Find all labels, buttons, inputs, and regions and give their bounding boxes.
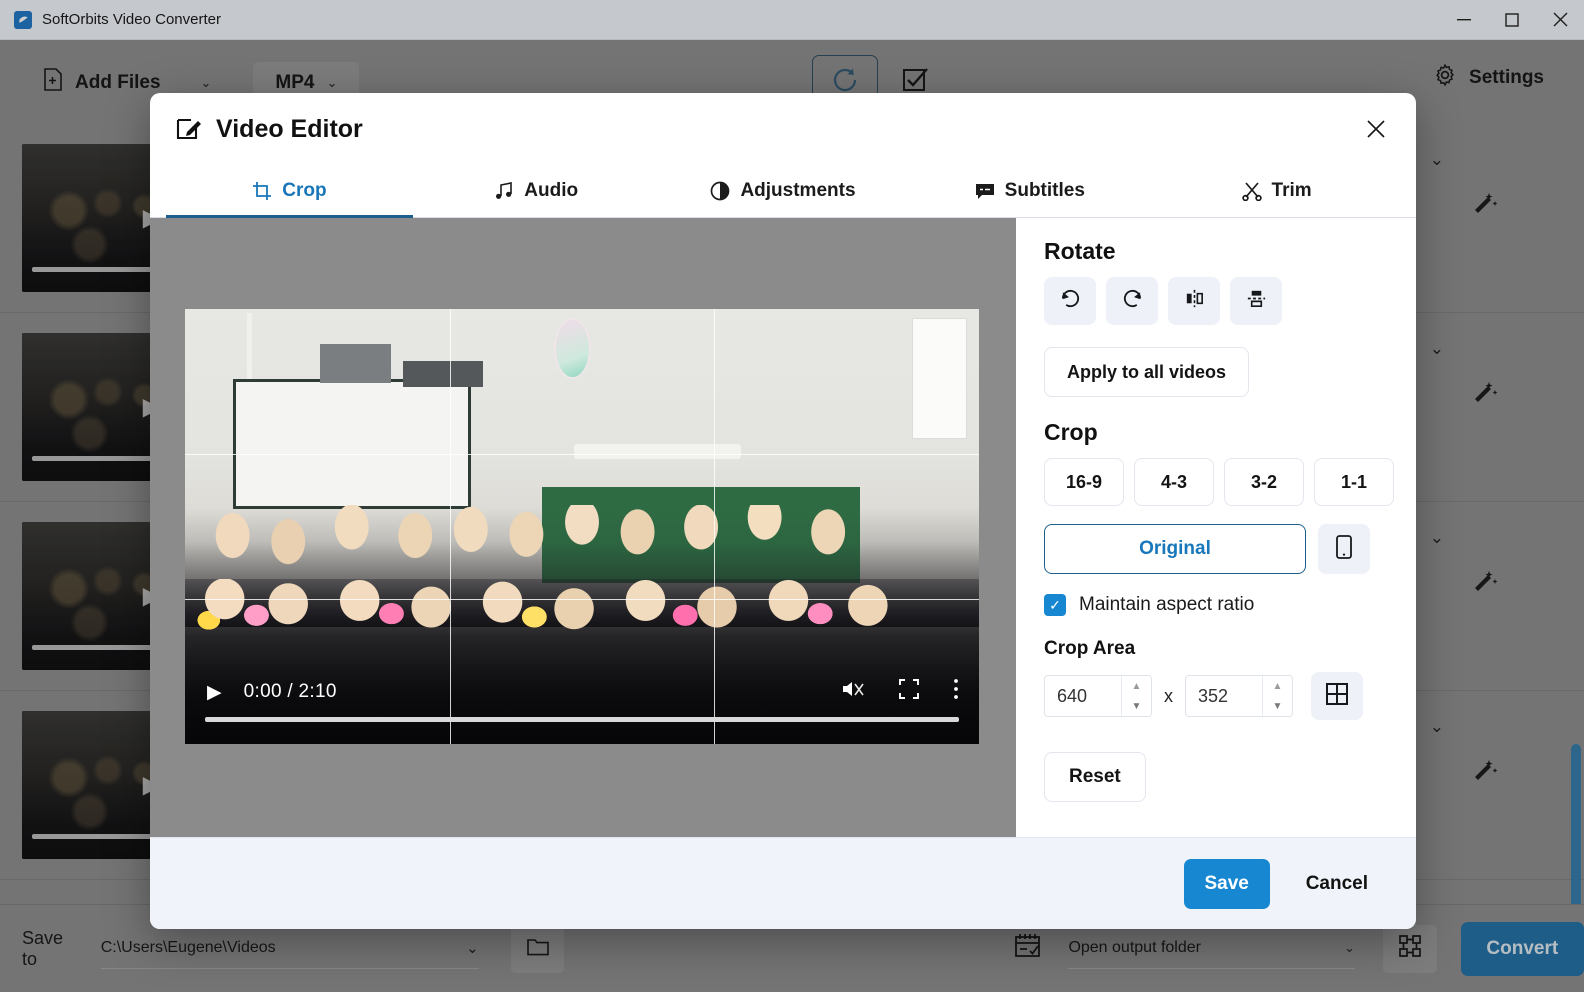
reset-label: Reset xyxy=(1069,766,1121,787)
crop-grid-line-horizontal-2 xyxy=(185,598,979,600)
close-icon[interactable] xyxy=(1356,109,1396,149)
dialog-title-group: Video Editor xyxy=(176,114,363,145)
rotate-buttons-row xyxy=(1044,277,1416,325)
crop-settings-panel: Rotate Apply to all videos Crop 16-9 4-3… xyxy=(1016,218,1416,837)
rotate-left-button[interactable] xyxy=(1044,277,1096,325)
crop-height-value[interactable]: 352 xyxy=(1186,676,1262,716)
tab-adjustments[interactable]: Adjustments xyxy=(660,165,907,217)
grid-toggle-button[interactable] xyxy=(1311,672,1363,720)
ratio-16-9-button[interactable]: 16-9 xyxy=(1044,458,1124,506)
phone-portrait-icon xyxy=(1336,534,1352,564)
crop-area-title: Crop Area xyxy=(1044,638,1136,659)
dialog-footer: Save Cancel xyxy=(150,837,1416,929)
maintain-aspect-ratio-checkbox[interactable]: ✓ xyxy=(1044,594,1066,616)
crop-height-decrement-icon[interactable]: ▼ xyxy=(1263,696,1292,716)
tab-crop-label: Crop xyxy=(282,180,327,201)
ratio-3-2-label: 3-2 xyxy=(1250,471,1277,492)
video-scene-projector-arm xyxy=(403,361,483,388)
ratio-1-1-button[interactable]: 1-1 xyxy=(1314,458,1394,506)
ratio-3-2-button[interactable]: 3-2 xyxy=(1224,458,1304,506)
cancel-button[interactable]: Cancel xyxy=(1300,863,1374,905)
video-scene-light xyxy=(574,443,741,460)
ratio-1-1-label: 1-1 xyxy=(1340,471,1367,492)
dialog-tabs: Crop Audio Adjustments Subtitles Trim xyxy=(150,165,1416,218)
crop-width-decrement-icon[interactable]: ▼ xyxy=(1122,696,1151,716)
video-scene-clock xyxy=(554,317,591,379)
tab-subtitles-label: Subtitles xyxy=(1004,180,1085,201)
ratio-4-3-button[interactable]: 4-3 xyxy=(1134,458,1214,506)
video-frame-image xyxy=(185,309,979,744)
tab-audio-label: Audio xyxy=(524,180,579,201)
video-scene-wall-unit xyxy=(911,317,968,440)
original-ratio-button[interactable]: Original xyxy=(1044,524,1306,574)
application-window: SoftOrbits Video Converter Add Files ⌄ M… xyxy=(0,0,1584,992)
rotate-left-icon xyxy=(1059,287,1082,315)
dialog-title: Video Editor xyxy=(216,114,363,143)
video-editor-dialog: Video Editor Crop Audio Adjustments Subt… xyxy=(150,93,1416,929)
edit-pencil-icon xyxy=(176,114,202,145)
grid-icon xyxy=(1326,682,1348,710)
tab-trim[interactable]: Trim xyxy=(1153,165,1400,217)
crop-section-title: Crop xyxy=(1044,419,1098,445)
save-label: Save xyxy=(1204,872,1249,894)
music-note-icon xyxy=(494,181,514,201)
scissors-icon xyxy=(1241,181,1262,201)
reset-button[interactable]: Reset xyxy=(1044,752,1146,802)
flip-horizontal-icon xyxy=(1183,287,1206,315)
save-button[interactable]: Save xyxy=(1183,858,1270,909)
video-preview-pane: ▶ 0:00 / 2:10 xyxy=(150,218,1016,837)
crop-height-arrows: ▲ ▼ xyxy=(1262,676,1292,716)
maintain-aspect-ratio-row[interactable]: ✓ Maintain aspect ratio xyxy=(1044,594,1416,616)
rotate-right-icon xyxy=(1121,287,1144,315)
original-ratio-label: Original xyxy=(1139,538,1211,559)
aspect-ratio-buttons-row: 16-9 4-3 3-2 1-1 xyxy=(1044,458,1416,506)
crop-dimension-separator: x xyxy=(1164,685,1173,706)
crop-area-inputs: 640 ▲ ▼ x 352 ▲ ▼ xyxy=(1044,672,1416,720)
tab-adjustments-label: Adjustments xyxy=(740,180,856,201)
subtitles-icon xyxy=(975,183,995,200)
video-scene-projector xyxy=(319,343,392,383)
check-mark-icon: ✓ xyxy=(1049,596,1061,613)
video-scene-whiteboard xyxy=(232,378,471,510)
tab-subtitles[interactable]: Subtitles xyxy=(906,165,1153,217)
flip-horizontal-button[interactable] xyxy=(1168,277,1220,325)
ratio-4-3-label: 4-3 xyxy=(1160,471,1187,492)
video-scene-children-front-row xyxy=(185,578,979,744)
apply-to-all-videos-label: Apply to all videos xyxy=(1067,361,1227,382)
crop-grid-line-vertical-1 xyxy=(449,309,451,744)
rotate-section-title: Rotate xyxy=(1044,238,1116,264)
crop-height-stepper[interactable]: 352 ▲ ▼ xyxy=(1185,675,1293,717)
cancel-label: Cancel xyxy=(1305,872,1368,894)
dialog-header: Video Editor xyxy=(150,93,1416,165)
crop-width-stepper[interactable]: 640 ▲ ▼ xyxy=(1044,675,1152,717)
video-player[interactable]: ▶ 0:00 / 2:10 xyxy=(185,309,979,744)
original-ratio-row: Original xyxy=(1044,524,1416,574)
crop-width-value[interactable]: 640 xyxy=(1045,676,1121,716)
tab-trim-label: Trim xyxy=(1271,180,1312,201)
crop-grid-line-vertical-2 xyxy=(714,309,716,744)
crop-grid-line-horizontal-1 xyxy=(185,453,979,455)
portrait-orientation-button[interactable] xyxy=(1318,524,1370,574)
apply-to-all-videos-button[interactable]: Apply to all videos xyxy=(1044,347,1250,397)
crop-icon xyxy=(252,181,272,201)
dialog-body: ▶ 0:00 / 2:10 Rotate Apply to all videos… xyxy=(150,218,1416,837)
flip-vertical-button[interactable] xyxy=(1230,277,1282,325)
tab-audio[interactable]: Audio xyxy=(413,165,660,217)
flip-vertical-icon xyxy=(1245,287,1268,315)
ratio-16-9-label: 16-9 xyxy=(1065,471,1103,492)
crop-width-increment-icon[interactable]: ▲ xyxy=(1122,676,1151,696)
tab-crop[interactable]: Crop xyxy=(166,165,413,218)
rotate-right-button[interactable] xyxy=(1106,277,1158,325)
crop-width-arrows: ▲ ▼ xyxy=(1121,676,1151,716)
contrast-icon xyxy=(710,181,730,201)
crop-height-increment-icon[interactable]: ▲ xyxy=(1263,676,1292,696)
maintain-aspect-ratio-label: Maintain aspect ratio xyxy=(1079,594,1255,615)
